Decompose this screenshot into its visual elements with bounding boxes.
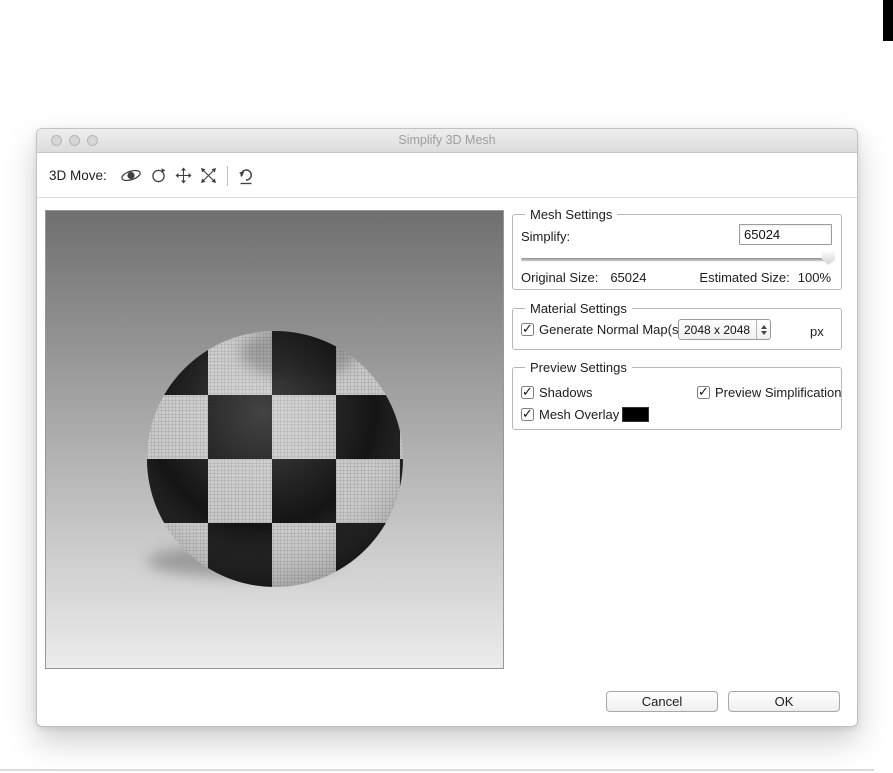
reset-view-button[interactable]: [234, 165, 258, 187]
simplify-input[interactable]: [739, 224, 832, 245]
slider-track[interactable]: [521, 258, 834, 261]
stepper-up-icon: [760, 324, 767, 329]
checkbox-box[interactable]: [521, 321, 534, 337]
simplify-slider[interactable]: [521, 251, 835, 266]
toolbar-separator: [226, 165, 228, 186]
mesh-settings-group: Mesh Settings Simplify: Original Size: 6…: [512, 207, 842, 290]
preview-simplification-label: Preview Simplification: [715, 385, 842, 400]
window-title: Simplify 3D Mesh: [398, 133, 496, 147]
checkbox-box[interactable]: [521, 384, 534, 400]
orbit-icon: [121, 169, 141, 182]
reset-view-icon: [238, 168, 252, 184]
checkbox-box[interactable]: [521, 406, 534, 422]
shadows-label: Shadows: [539, 385, 593, 400]
toolbar-mode-label: 3D Move:: [49, 168, 107, 183]
mesh-overlay-color-swatch[interactable]: [622, 407, 649, 422]
titlebar[interactable]: Simplify 3D Mesh: [37, 129, 857, 153]
ok-button[interactable]: OK: [728, 691, 840, 712]
cancel-button[interactable]: Cancel: [606, 691, 718, 712]
slider-thumb[interactable]: [822, 251, 835, 265]
stepper-down-icon: [760, 330, 767, 335]
original-size-row: Original Size: 65024: [521, 270, 646, 285]
preview-simplification-checkbox[interactable]: Preview Simplification: [697, 384, 842, 400]
slide-tool-button[interactable]: [196, 165, 221, 186]
toolbar: 3D Move:: [37, 154, 857, 198]
pan-icon: [175, 167, 192, 184]
normal-map-size-select[interactable]: 2048 x 2048: [678, 319, 771, 340]
mesh-settings-legend: Mesh Settings: [525, 207, 618, 222]
estimated-size-value: 100%: [797, 270, 831, 285]
px-unit-label: px: [810, 324, 824, 339]
material-settings-legend: Material Settings: [525, 301, 632, 316]
roll-icon: [152, 168, 166, 183]
preview-settings-group: Preview Settings Shadows Preview Simplif…: [512, 360, 842, 430]
pan-tool-button[interactable]: [171, 165, 196, 186]
page-corner-mark: [883, 0, 893, 41]
normal-map-size-value: 2048 x 2048: [684, 322, 751, 337]
3d-scene-sphere: [46, 211, 503, 668]
simplify-3d-mesh-dialog: Simplify 3D Mesh 3D Move: Mesh Settings …: [36, 128, 858, 727]
estimated-size-row: Estimated Size: 100%: [699, 270, 831, 285]
slide-icon: [200, 168, 216, 183]
generate-normal-maps-checkbox[interactable]: Generate Normal Map(s): [521, 321, 683, 337]
3d-preview-canvas[interactable]: [45, 210, 504, 669]
estimated-size-label: Estimated Size:: [699, 270, 790, 285]
mesh-overlay-label: Mesh Overlay: [539, 407, 620, 422]
preview-settings-legend: Preview Settings: [525, 360, 632, 375]
simplify-label: Simplify:: [521, 229, 571, 244]
checkbox-box[interactable]: [697, 384, 710, 400]
orbit-rotate-tool-button[interactable]: [116, 165, 146, 186]
original-size-label: Original Size:: [521, 270, 599, 285]
material-settings-group: Material Settings Generate Normal Map(s)…: [512, 301, 842, 350]
stepper-arrows-icon[interactable]: [756, 320, 770, 339]
shadows-checkbox[interactable]: Shadows: [521, 384, 593, 400]
original-size-value: 65024: [610, 270, 647, 285]
mesh-overlay-checkbox[interactable]: Mesh Overlay: [521, 406, 620, 422]
page-bottom-edge: [0, 769, 874, 771]
generate-normal-maps-label: Generate Normal Map(s): [539, 322, 683, 337]
roll-tool-button[interactable]: [146, 165, 171, 186]
